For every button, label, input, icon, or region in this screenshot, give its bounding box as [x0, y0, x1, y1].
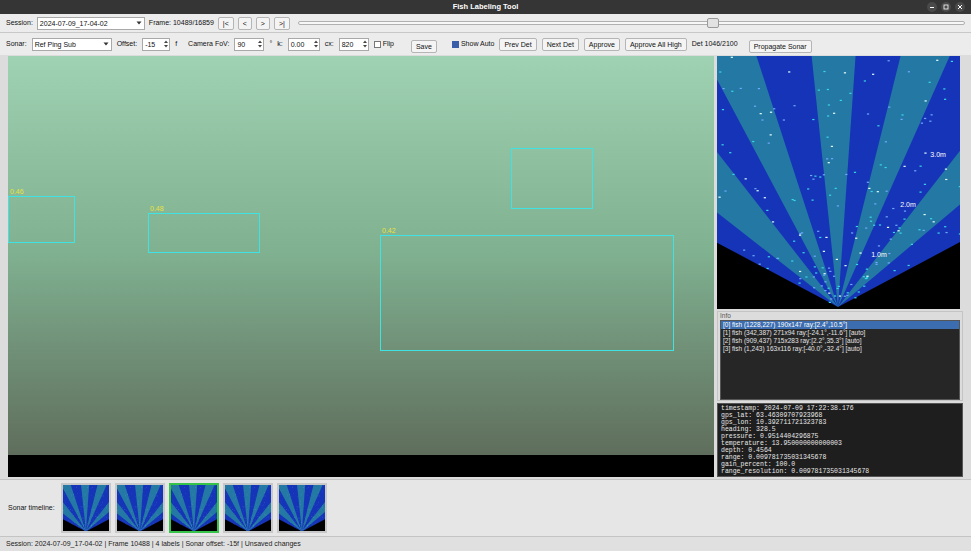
status-bar: Session: 2024-07-09_17-04-02 | Frame 104…: [0, 536, 971, 551]
spinner-arrows-icon[interactable]: [362, 39, 368, 49]
frame-slider[interactable]: [298, 18, 965, 28]
propagate-sonar-button[interactable]: Propagate Sonar: [749, 40, 812, 53]
info-group: Info[0] fish (1228,227) 190x147 ray:[2.4…: [717, 311, 963, 401]
sonar-view: 3.0m 2.0m 1.0m: [717, 56, 960, 309]
detection-list: [0] fish (1228,227) 190x147 ray:[2.4°,10…: [720, 320, 960, 400]
metadata-line: range: 0.009781735031345678: [721, 454, 959, 461]
frame-nav-button[interactable]: >|: [274, 17, 290, 30]
video-bottom-bar: [8, 455, 714, 477]
metadata-line: pressure: 0.9514404296875: [721, 433, 959, 440]
timeline-thumbnail[interactable]: [169, 483, 219, 533]
detection-button[interactable]: Approve: [584, 38, 620, 51]
sonar-select[interactable]: Ref Ping Sub: [32, 38, 112, 51]
spinner-arrows-icon[interactable]: [313, 39, 319, 49]
range-label: 3.0m: [930, 151, 946, 158]
labeling-toolbar: Sonar:Ref Ping SubOffset:-15fCamera FoV:…: [0, 33, 971, 55]
thumbnail-sonar: [225, 485, 271, 531]
frame-nav-button[interactable]: <: [238, 17, 252, 30]
thumbnail-sonar: [279, 485, 325, 531]
show-auto-checkbox[interactable]: Show Auto: [452, 39, 494, 50]
frame-nav-button[interactable]: >: [256, 17, 270, 30]
detection-list-item[interactable]: [1] fish (342,387) 271x94 ray:[-24.1°,-1…: [721, 329, 959, 337]
timeline-thumbnail[interactable]: [115, 483, 165, 533]
detection-button[interactable]: Prev Det: [499, 38, 536, 51]
offset-input[interactable]: -15: [142, 38, 170, 51]
detection-box[interactable]: 0.42: [380, 235, 674, 351]
checkbox-box[interactable]: [374, 41, 381, 48]
save-button[interactable]: Save: [411, 40, 437, 53]
detection-counter: Det 1046/2100: [692, 39, 738, 50]
maximize-icon[interactable]: [941, 2, 951, 12]
detection-list-item[interactable]: [3] fish (1,243) 163x116 ray:[-40.0°,-32…: [721, 345, 959, 353]
detection-box[interactable]: 0.48: [148, 213, 260, 253]
thumbnail-sonar: [63, 485, 109, 531]
detection-score: 0.42: [382, 226, 396, 235]
frame-slider-handle[interactable]: [707, 18, 719, 28]
metadata-panel: timestamp: 2024-07-09 17:22:38.176gps_la…: [717, 403, 963, 477]
navigation-toolbar: Session:2024-07-09_17-04-02Frame: 10489/…: [0, 14, 971, 33]
close-icon[interactable]: [955, 2, 965, 12]
detection-button[interactable]: Approve All High: [625, 38, 687, 51]
flip-checkbox[interactable]: Flip: [374, 39, 394, 50]
detection-box[interactable]: [511, 148, 593, 209]
session-select[interactable]: 2024-07-09_17-04-02: [37, 17, 145, 30]
cx-input[interactable]: 820: [339, 38, 369, 51]
timeline-thumbnail[interactable]: [277, 483, 327, 533]
thumbnail-sonar: [117, 485, 163, 531]
frame-label: Frame: 10489/16859: [149, 18, 214, 29]
fov-input[interactable]: 90: [234, 38, 264, 51]
detection-list-item[interactable]: [2] fish (909,437) 715x283 ray:[2.2°,35.…: [721, 337, 959, 345]
detection-list-item[interactable]: [0] fish (1228,227) 190x147 ray:[2.4°,10…: [721, 321, 959, 329]
main-area: 0.46 0.48 0.42 3.0m 2.0m 1.0m Info[0] fish (12…: [0, 55, 971, 479]
timeline-thumbnail[interactable]: [61, 483, 111, 533]
metadata-line: timestamp: 2024-07-09 17:22:38.176: [721, 405, 959, 412]
checkbox-box[interactable]: [452, 41, 459, 48]
range-label: 1.0m: [871, 251, 887, 258]
dropdown-arrow-icon[interactable]: [103, 41, 109, 47]
title-bar: Fish Labeling Tool: [0, 0, 971, 14]
timeline-thumbnail[interactable]: [223, 483, 273, 533]
metadata-line: range_resolution: 0.009781735031345678: [721, 468, 959, 475]
minimize-icon[interactable]: [927, 2, 937, 12]
frame-nav-button[interactable]: |<: [218, 17, 234, 30]
spinner-arrows-icon[interactable]: [257, 39, 263, 49]
sonar-timeline: Sonar timeline:: [0, 479, 971, 536]
metadata-line: gain_percent: 100.0: [721, 461, 959, 468]
detection-score: 0.46: [10, 187, 24, 196]
info-title: Info: [720, 312, 960, 320]
video-frame[interactable]: 0.46 0.48 0.42: [8, 56, 714, 455]
window-title: Fish Labeling Tool: [453, 1, 519, 12]
metadata-line: depth: 0.4564: [721, 447, 959, 454]
detection-score: 0.48: [150, 204, 164, 213]
dropdown-arrow-icon[interactable]: [136, 20, 142, 26]
video-panel: 0.46 0.48 0.42: [8, 56, 714, 479]
metadata-line: gps_lat: 63.46309707923968: [721, 412, 959, 419]
range-label: 2.0m: [900, 201, 916, 208]
thumbnail-sonar: [171, 485, 217, 531]
spinner-arrows-icon[interactable]: [163, 39, 169, 49]
timeline-label: Sonar timeline:: [8, 503, 55, 514]
detection-button[interactable]: Next Det: [542, 38, 579, 51]
side-panel: 3.0m 2.0m 1.0m Info[0] fish (1228,227) 190x…: [717, 56, 963, 479]
metadata-line: gps_lon: 10.392711721323783: [721, 419, 959, 426]
k-input[interactable]: 0.00: [288, 38, 320, 51]
metadata-line: temperature: 13.950000000000003: [721, 440, 959, 447]
detection-box[interactable]: 0.46: [8, 196, 75, 243]
metadata-line: heading: 328.5: [721, 426, 959, 433]
app-window: Fish Labeling Tool Session:2024-07-09_17-…: [0, 0, 971, 551]
